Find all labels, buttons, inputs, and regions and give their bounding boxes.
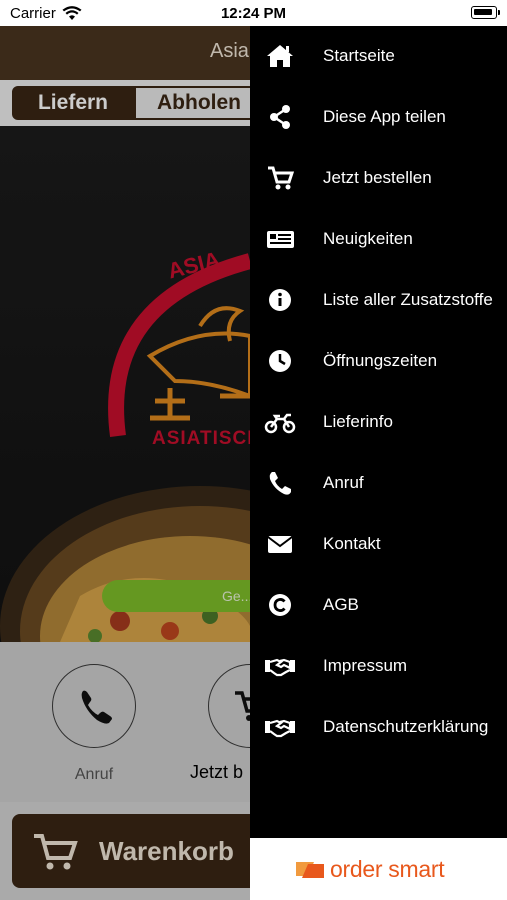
menu-label: Impressum bbox=[323, 656, 408, 675]
menu-label: Kontakt bbox=[323, 534, 381, 553]
menu-item-lieferinfo[interactable]: Lieferinfo bbox=[250, 392, 507, 453]
menu-item-kontakt[interactable]: Kontakt bbox=[250, 514, 507, 575]
menu-item-neuigkeiten[interactable]: Neuigkeiten bbox=[250, 209, 507, 270]
menu-label: Diese App teilen bbox=[323, 107, 446, 126]
news-icon bbox=[264, 224, 296, 254]
cart-icon bbox=[264, 163, 296, 193]
menu-label: Liste aller Zusatzstoffe bbox=[323, 290, 493, 309]
side-menu: Startseite Diese App teilen Jetzt bestel… bbox=[250, 26, 507, 900]
menu-label: Anruf bbox=[323, 473, 364, 492]
handshake-icon bbox=[264, 651, 296, 681]
motorcycle-icon bbox=[264, 407, 296, 437]
menu-item-datenschutz[interactable]: Datenschutzerklärung bbox=[250, 697, 507, 758]
menu-label: Neuigkeiten bbox=[323, 229, 413, 248]
handshake-icon bbox=[264, 712, 296, 742]
brand-footer: order smart bbox=[250, 838, 507, 900]
menu-item-anruf[interactable]: Anruf bbox=[250, 453, 507, 514]
menu-item-startseite[interactable]: Startseite bbox=[250, 26, 507, 87]
clock-icon bbox=[264, 346, 296, 376]
order-smart-logo-icon bbox=[296, 862, 324, 878]
menu-item-share[interactable]: Diese App teilen bbox=[250, 87, 507, 148]
phone-icon bbox=[264, 468, 296, 498]
menu-label: Datenschutzerklärung bbox=[323, 717, 489, 736]
status-time: 12:24 PM bbox=[220, 5, 287, 22]
menu-label: Öffnungszeiten bbox=[323, 351, 438, 370]
status-bar: Carrier 12:24 PM bbox=[0, 0, 507, 26]
menu-item-oeffnungszeiten[interactable]: Öffnungszeiten bbox=[250, 331, 507, 392]
menu-item-agb[interactable]: AGB bbox=[250, 575, 507, 636]
menu-item-impressum[interactable]: Impressum bbox=[250, 636, 507, 697]
menu-label: Lieferinfo bbox=[323, 412, 393, 431]
menu-item-zusatzstoffe[interactable]: Liste aller Zusatzstoffe bbox=[250, 270, 507, 331]
share-icon bbox=[264, 102, 296, 132]
menu-label: Jetzt bestellen bbox=[323, 168, 432, 187]
menu-label: AGB bbox=[323, 595, 359, 614]
brand-name: order smart bbox=[330, 856, 445, 882]
battery-icon bbox=[471, 6, 500, 19]
copyright-icon bbox=[264, 590, 296, 620]
menu-item-bestellen[interactable]: Jetzt bestellen bbox=[250, 148, 507, 209]
home-icon bbox=[264, 41, 296, 71]
envelope-icon bbox=[264, 529, 296, 559]
info-icon bbox=[264, 285, 296, 315]
menu-label: Startseite bbox=[323, 46, 395, 65]
